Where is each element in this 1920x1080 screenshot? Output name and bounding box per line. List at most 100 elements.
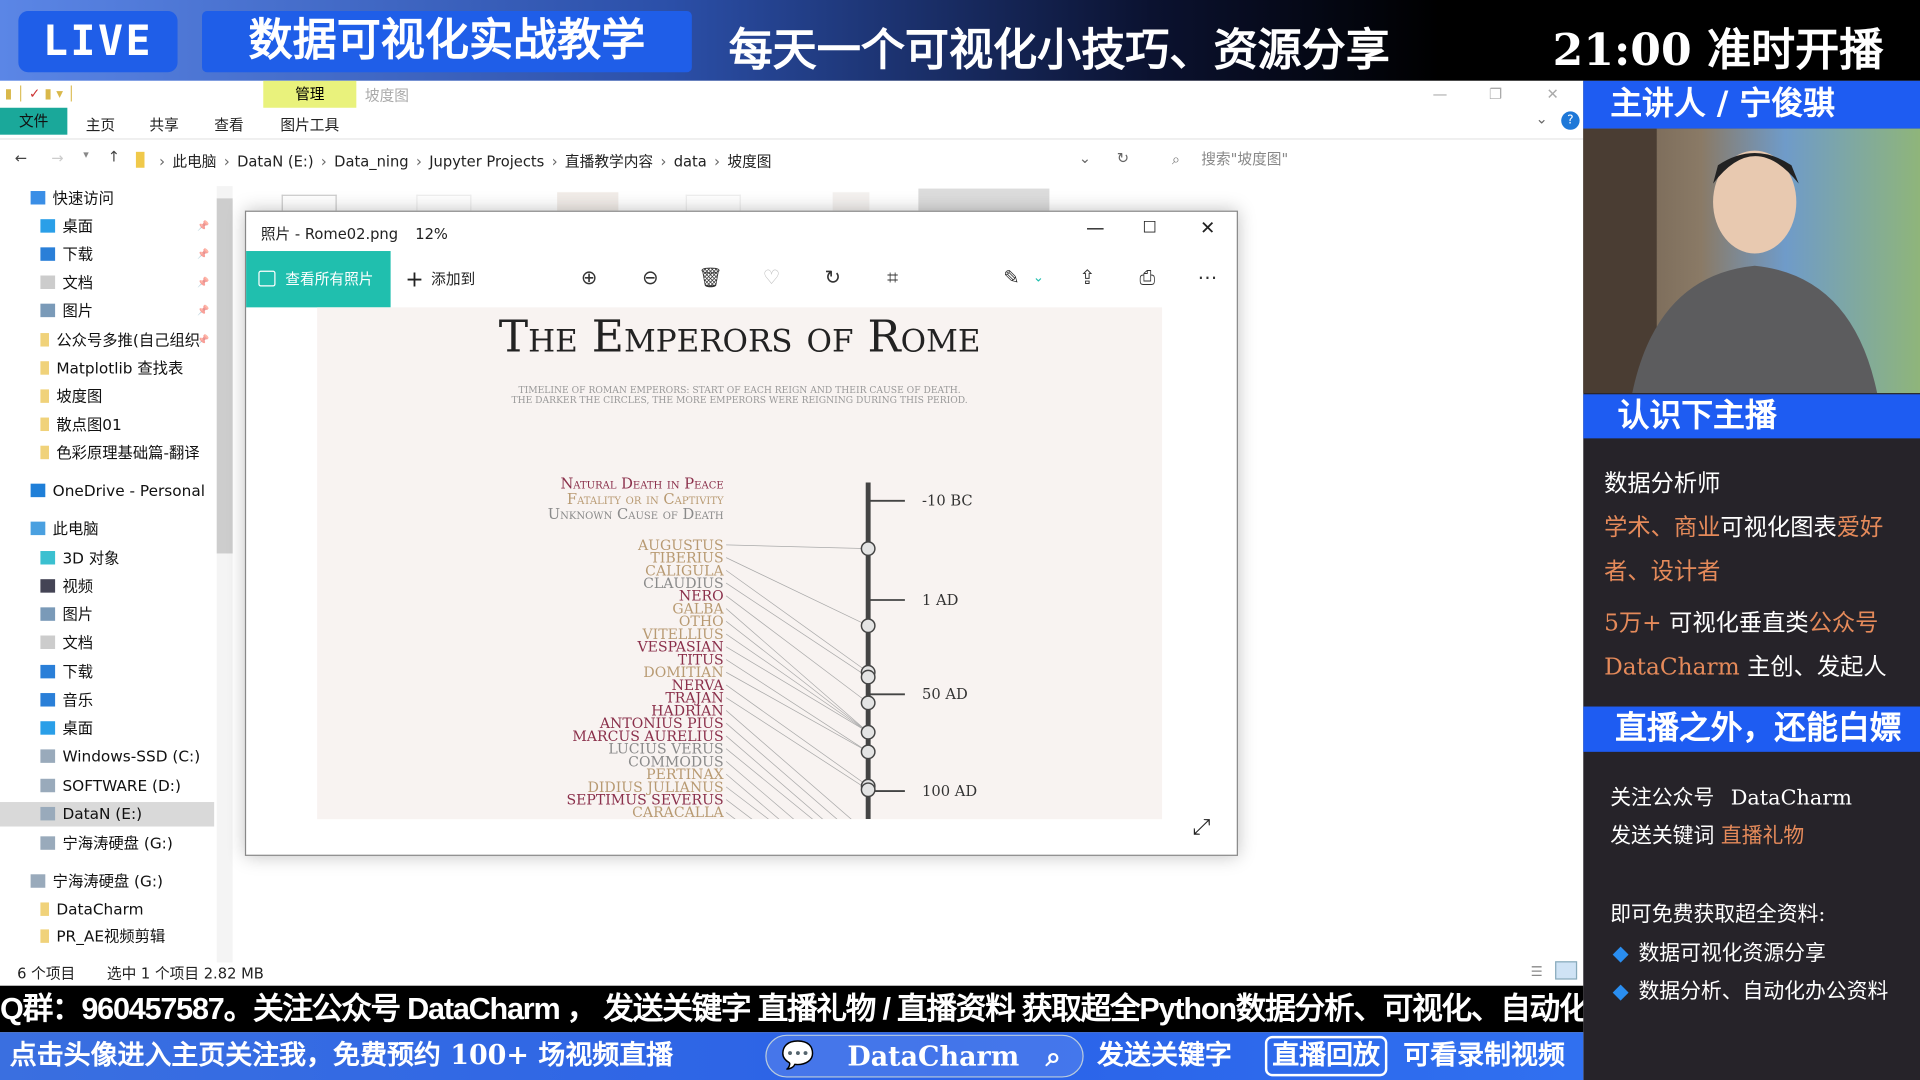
emperor-connector [725, 748, 814, 820]
pin-icon[interactable]: 📌 [197, 214, 209, 238]
more-icon[interactable]: ⋯ [1195, 266, 1219, 290]
navigation-pane: 快速访问 桌面 📌 下载 📌 文档 📌 图片 📌 公众号多推(自己组织 📌 Matplotlib 查找… [0, 186, 215, 962]
sidebar-item[interactable]: 桌面 📌 [40, 214, 209, 238]
sidebar-scroll-thumb[interactable] [216, 198, 233, 554]
sidebar-item[interactable]: Matplotlib 查找表 [40, 356, 183, 380]
restore-button[interactable]: ❐ [1489, 86, 1502, 103]
sidebar-item[interactable]: 音乐 [40, 688, 93, 712]
expand-ribbon-icon[interactable]: ⌄ [1536, 110, 1548, 127]
sidebar-item[interactable]: 宁海涛硬盘 (G:) [30, 869, 163, 893]
large-icons-view-icon[interactable] [1555, 961, 1578, 980]
sidebar-item[interactable]: 公众号多推(自己组织 📌 [40, 328, 209, 352]
breadcrumb-item[interactable]: Data_ning [334, 153, 408, 170]
add-to-button[interactable]: + 添加到 [405, 251, 475, 307]
pin-icon[interactable]: 📌 [197, 242, 209, 266]
breadcrumb-separator-icon[interactable]: › [159, 153, 165, 170]
sidebar-item-label: 图片 [62, 604, 94, 624]
sidebar-item[interactable]: SOFTWARE (D:) [40, 774, 181, 798]
fullscreen-icon[interactable]: ⤢ [1193, 814, 1211, 840]
view-all-photos-button[interactable]: 查看所有照片 [246, 251, 391, 308]
zoom-out-icon[interactable]: ⊖ [638, 266, 662, 290]
rotate-icon[interactable]: ↻ [820, 266, 844, 290]
file-thumbnail[interactable] [281, 194, 337, 212]
breadcrumb-item[interactable]: Jupyter Projects [429, 153, 544, 170]
help-icon[interactable]: ? [1561, 111, 1580, 130]
breadcrumb-separator-icon[interactable]: › [552, 153, 558, 170]
sidebar-item[interactable]: 坡度图 [40, 384, 102, 408]
tab-home[interactable]: 主页 [86, 113, 115, 137]
tab-view[interactable]: 查看 [214, 113, 243, 137]
pin-icon[interactable]: 📌 [197, 328, 209, 352]
sidebar-item[interactable]: 宁海涛硬盘 (G:) [40, 831, 173, 855]
sidebar-item[interactable]: DataCharm [40, 898, 144, 922]
sidebar-item[interactable]: 图片 📌 [40, 299, 209, 323]
file-thumbnail[interactable] [832, 192, 870, 212]
photos-maximize-button[interactable]: ☐ [1142, 219, 1156, 237]
folder-icon [40, 333, 49, 347]
tab-file[interactable]: 文件 [0, 107, 68, 135]
sidebar-item[interactable]: 快速访问 [30, 186, 114, 210]
sidebar-item[interactable]: 图片 [40, 602, 93, 626]
edit-dropdown-icon[interactable]: ⌄ [1026, 266, 1050, 290]
sidebar-item[interactable]: PR_AE视频剪辑 [40, 924, 165, 948]
sidebar-item[interactable]: 下载 📌 [40, 242, 209, 266]
address-dropdown-icon[interactable]: ⌄ [1079, 149, 1091, 166]
search-input[interactable]: ⌕ 搜索"坡度图" [1157, 144, 1579, 173]
breadcrumb-separator-icon[interactable]: › [714, 153, 720, 170]
sidebar-item[interactable]: 文档 [40, 631, 93, 655]
tab-picture-tools[interactable]: 图片工具 [280, 113, 339, 137]
breadcrumb-item[interactable]: 坡度图 [727, 151, 771, 172]
print-icon[interactable]: ⎙ [1135, 266, 1159, 290]
back-icon[interactable]: ← [15, 149, 27, 166]
share-icon[interactable]: ⇪ [1075, 266, 1099, 290]
sidebar-item[interactable]: 下载 [40, 660, 93, 684]
sidebar-item[interactable]: DataN (E:) [0, 802, 215, 827]
infographic-title: The Emperors of Rome [499, 311, 981, 362]
banner-tagline: 每天一个可视化小技巧、资源分享 [728, 24, 1390, 76]
pin-icon[interactable]: 📌 [197, 271, 209, 295]
photos-minimize-button[interactable]: — [1086, 217, 1104, 239]
details-view-icon[interactable]: ☰ [1531, 964, 1543, 980]
breadcrumb-separator-icon[interactable]: › [660, 153, 666, 170]
pin-icon[interactable]: 📌 [197, 299, 209, 323]
file-thumbnail[interactable] [685, 194, 741, 212]
favorite-icon[interactable]: ♡ [759, 266, 783, 290]
refresh-icon[interactable]: ↻ [1117, 149, 1129, 166]
sidebar-item[interactable]: 视频 [40, 574, 93, 598]
breadcrumb-separator-icon[interactable]: › [321, 153, 327, 170]
emperor-connector [725, 621, 869, 733]
breadcrumb-item[interactable]: 直播教学内容 [565, 151, 653, 172]
presenter-bio-3: 5万+ 可视化垂直类公众号 [1604, 609, 1879, 637]
sidebar-item[interactable]: 桌面 [40, 716, 93, 740]
zoom-in-icon[interactable]: ⊕ [577, 266, 601, 290]
forward-icon[interactable]: → [51, 149, 63, 166]
crop-icon[interactable]: ⌗ [880, 266, 904, 290]
delete-icon[interactable]: 🗑 [698, 266, 723, 290]
up-icon[interactable]: ↑ [108, 148, 120, 165]
breadcrumb-item[interactable]: data [674, 153, 707, 170]
sidebar-item[interactable]: 文档 📌 [40, 271, 209, 295]
file-thumbnail[interactable] [416, 194, 472, 212]
quick-access-toolbar[interactable]: ▮ │ ✓ ▮ ▾ │ [5, 86, 76, 102]
file-thumbnail-selected[interactable] [918, 188, 1050, 214]
tab-share[interactable]: 共享 [149, 113, 178, 137]
sidebar-item[interactable]: 散点图01 [40, 413, 122, 437]
sidebar-item[interactable]: OneDrive - Personal [30, 479, 205, 503]
breadcrumb-item[interactable]: 此电脑 [172, 151, 216, 172]
sidebar-item[interactable]: Windows-SSD (C:) [40, 744, 200, 768]
sidebar-item[interactable]: 色彩原理基础篇-翻译 [40, 441, 200, 465]
file-thumbnail[interactable] [557, 192, 619, 212]
breadcrumb[interactable]: › 此电脑 › DataN (E:) › Data_ning › Jupyter Projec… [157, 151, 777, 172]
tab-manage[interactable]: 管理 [263, 80, 357, 108]
breadcrumb-item[interactable]: DataN (E:) [237, 153, 313, 170]
photo-canvas[interactable]: The Emperors of Rome TIMELINE OF ROMAN EM… [317, 307, 1163, 820]
recent-dropdown-icon[interactable]: ▾ [83, 149, 89, 161]
close-button[interactable]: ✕ [1547, 86, 1559, 103]
breadcrumb-separator-icon[interactable]: › [224, 153, 230, 170]
minimize-button[interactable]: — [1433, 86, 1448, 103]
sidebar-item[interactable]: 此电脑 [30, 517, 99, 541]
sidebar-item[interactable]: 3D 对象 [40, 546, 119, 570]
breadcrumb-separator-icon[interactable]: › [416, 153, 422, 170]
photos-close-button[interactable]: ✕ [1200, 217, 1215, 239]
edit-icon[interactable]: ✎ [999, 266, 1023, 290]
